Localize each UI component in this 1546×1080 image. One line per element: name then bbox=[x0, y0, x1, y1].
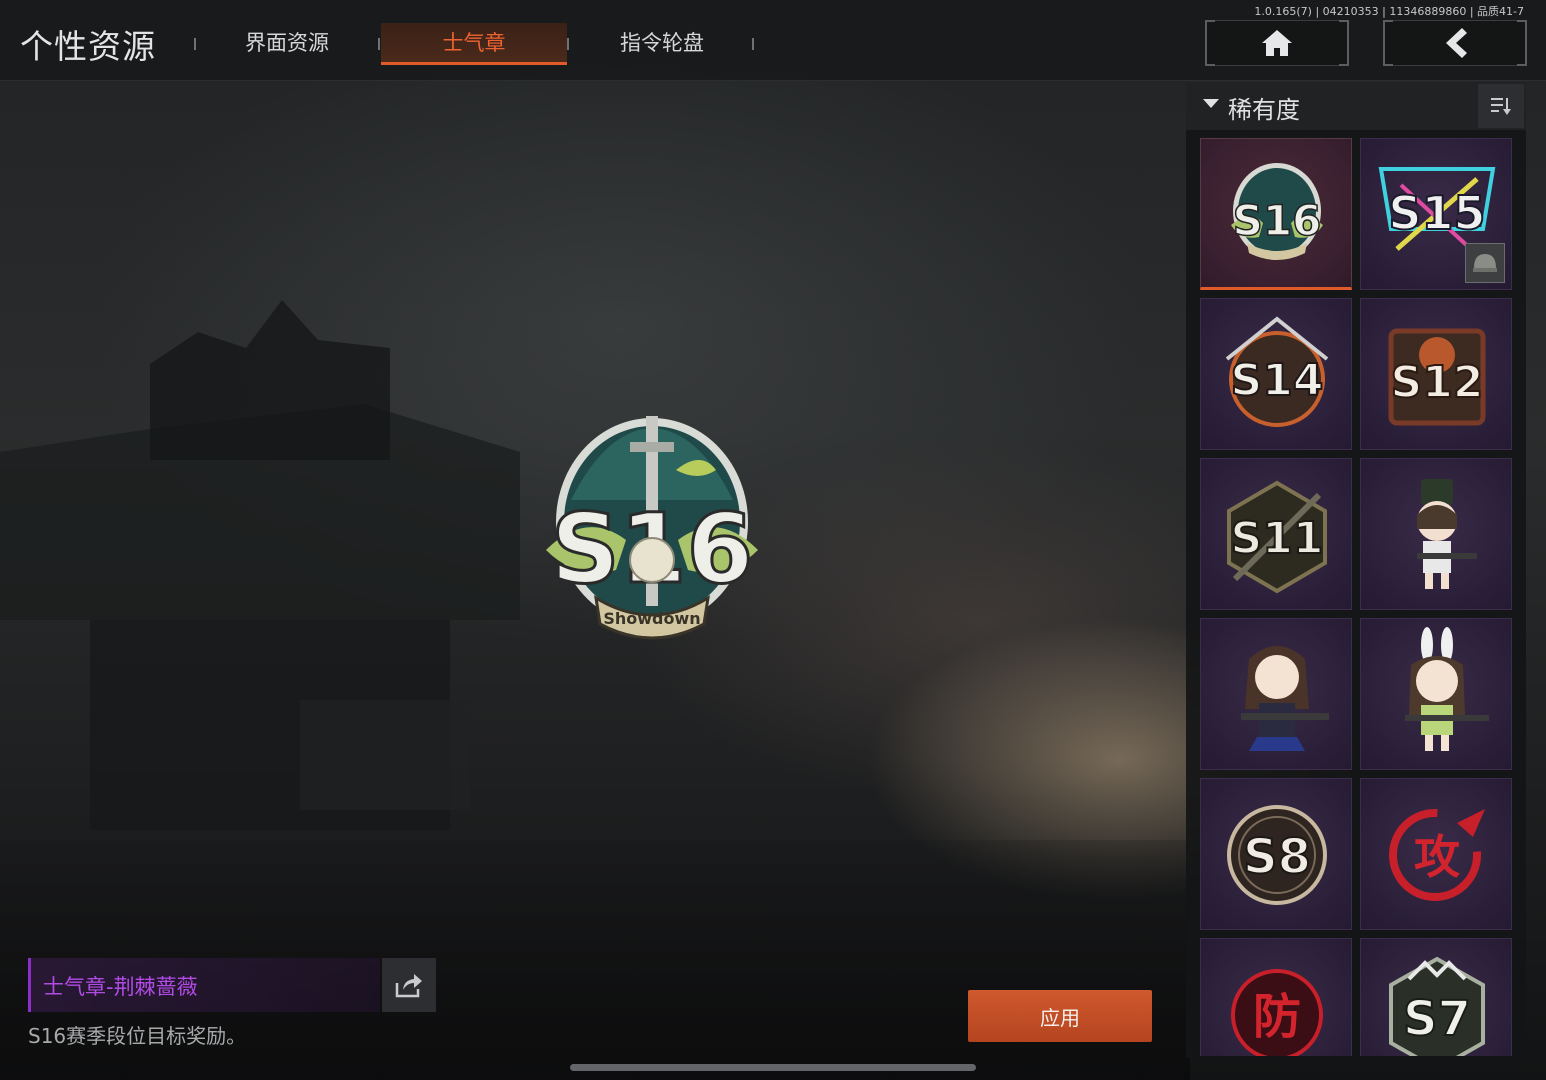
badge-label: 攻 bbox=[1414, 830, 1461, 884]
tab-divider bbox=[378, 38, 380, 50]
badge-tile-s8[interactable]: S8 bbox=[1200, 778, 1352, 930]
badge-tile-s16[interactable]: S16 bbox=[1200, 138, 1352, 290]
badge-label: S16 bbox=[1233, 196, 1322, 245]
badge-tile-s11[interactable]: S11 bbox=[1200, 458, 1352, 610]
badge-label: S14 bbox=[1231, 355, 1324, 406]
sort-bar[interactable]: 稀有度 bbox=[1186, 82, 1526, 130]
badge-label: 防 bbox=[1253, 989, 1301, 1045]
chibi-soldier-icon bbox=[1417, 479, 1477, 589]
badge-label: S8 bbox=[1243, 829, 1311, 885]
badge-tile-defense[interactable]: 防 bbox=[1200, 938, 1352, 1056]
emblem-ribbon: Showdown bbox=[603, 609, 700, 628]
defense-badge-icon: 防 bbox=[1231, 969, 1323, 1056]
attack-badge-icon: 攻 bbox=[1389, 809, 1485, 901]
sort-order-button[interactable] bbox=[1478, 84, 1524, 128]
badge-s7-icon: S7 bbox=[1389, 956, 1485, 1056]
version-text: 1.0.165(7) | 04210353 | 11346889860 | 品质… bbox=[1254, 5, 1524, 18]
back-button[interactable] bbox=[1383, 20, 1527, 66]
tab-command-wheel[interactable]: 指令轮盘 bbox=[570, 23, 754, 65]
share-icon bbox=[395, 974, 422, 998]
badge-label: S15 bbox=[1388, 186, 1485, 240]
badge-tile-s15[interactable]: S15 bbox=[1360, 138, 1512, 290]
tab-divider bbox=[752, 38, 754, 50]
tab-divider bbox=[567, 38, 569, 50]
badge-s14-icon: S14 bbox=[1225, 316, 1329, 427]
badge-grid: S16 S15 S14 S12 S11 S8 攻 防 S7 bbox=[1200, 138, 1514, 1056]
home-indicator bbox=[570, 1064, 976, 1071]
sort-icon bbox=[1491, 98, 1511, 115]
tab-ui-resources[interactable]: 界面资源 bbox=[196, 23, 378, 65]
badge-s11-icon: S11 bbox=[1227, 480, 1327, 594]
chibi-bunny-girl-icon bbox=[1405, 627, 1489, 751]
badge-label: S7 bbox=[1403, 991, 1471, 1047]
badge-tile-s7[interactable]: S7 bbox=[1360, 938, 1512, 1056]
chibi-girl-rifle-icon bbox=[1241, 646, 1329, 751]
concrete-block bbox=[300, 700, 470, 810]
ruined-roof bbox=[150, 300, 390, 460]
badge-s12-icon: S12 bbox=[1388, 328, 1486, 426]
badge-s16-icon: S16 bbox=[1231, 163, 1323, 260]
item-description: S16赛季段位目标奖励。 bbox=[28, 1024, 247, 1048]
apply-button[interactable]: 应用 bbox=[968, 990, 1152, 1042]
chevron-left-icon bbox=[1446, 28, 1467, 58]
helmet-icon bbox=[1465, 243, 1505, 283]
sort-label: 稀有度 bbox=[1228, 96, 1300, 124]
badge-s8-icon: S8 bbox=[1227, 805, 1327, 905]
badge-tile-chibi-bunny[interactable] bbox=[1360, 618, 1512, 770]
item-name: 士气章-荆棘蔷薇 bbox=[43, 975, 198, 999]
badge-label: S11 bbox=[1231, 513, 1324, 564]
home-icon bbox=[1262, 30, 1292, 56]
selected-item-info: 士气章-荆棘蔷薇 bbox=[28, 958, 380, 1012]
badge-tile-chibi-soldier[interactable] bbox=[1360, 458, 1512, 610]
badge-tile-attack[interactable]: 攻 bbox=[1360, 778, 1512, 930]
badge-tile-chibi-girl[interactable] bbox=[1200, 618, 1352, 770]
badge-label: S12 bbox=[1391, 357, 1484, 408]
home-button[interactable] bbox=[1205, 20, 1349, 66]
chevron-down-icon bbox=[1203, 99, 1219, 108]
tab-morale-badge[interactable]: 士气章 bbox=[381, 23, 567, 65]
badge-tile-s12[interactable]: S12 bbox=[1360, 298, 1512, 450]
share-button[interactable] bbox=[382, 958, 436, 1012]
badge-list-panel: 稀有度 S16 S15 S14 S12 S11 S8 攻 防 S7 bbox=[1186, 82, 1526, 1058]
badge-tile-s14[interactable]: S14 bbox=[1200, 298, 1352, 450]
page-title: 个性资源 bbox=[20, 27, 156, 66]
preview-emblem: S16 Showdown bbox=[546, 416, 758, 640]
top-bar: 个性资源 界面资源 士气章 指令轮盘 1.0.165(7) | 04210353… bbox=[0, 0, 1546, 81]
